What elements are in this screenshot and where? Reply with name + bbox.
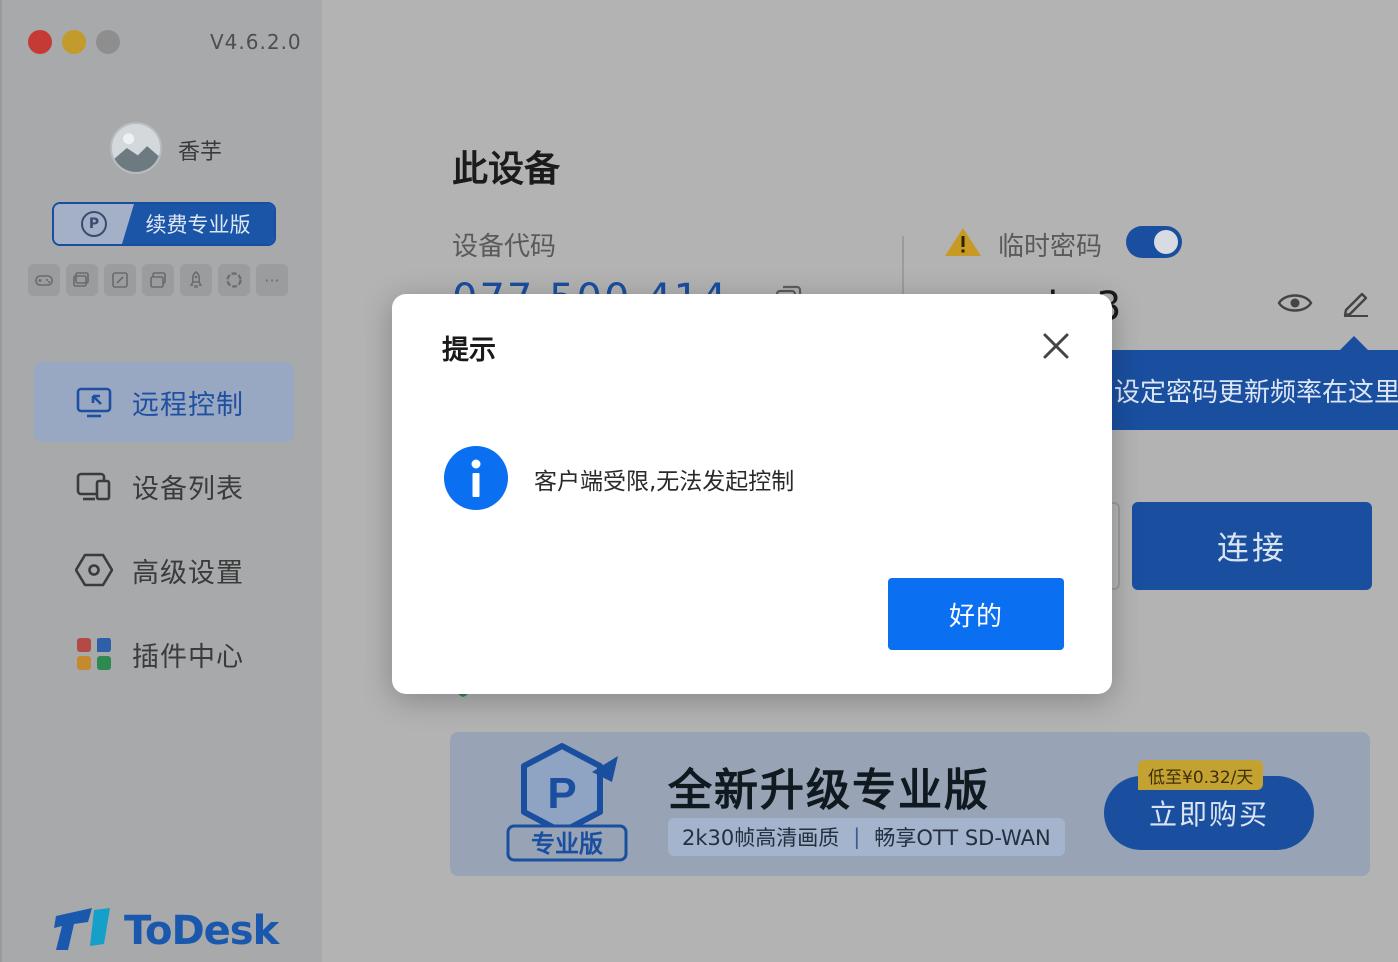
nav-label-remote-control: 远程控制 xyxy=(132,389,244,421)
device-list-icon xyxy=(74,466,114,506)
edit-board-icon[interactable] xyxy=(104,264,136,296)
pro-edition-logo-icon: P 专业版 xyxy=(500,742,634,866)
todesk-logo-icon xyxy=(52,904,112,958)
renew-pro-label: 续费专业版 xyxy=(122,204,274,244)
toggle-knob xyxy=(1154,230,1178,254)
connect-button[interactable]: 连接 xyxy=(1132,502,1372,590)
more-icon[interactable]: ··· xyxy=(256,264,288,296)
brand: ToDesk xyxy=(52,904,279,958)
tooltip-arrow xyxy=(1340,336,1368,350)
close-icon[interactable] xyxy=(1040,330,1072,362)
screens-icon[interactable] xyxy=(66,264,98,296)
promo-feature-1: 2k30帧高清画质 xyxy=(682,826,840,850)
pro-badge-icon: P xyxy=(81,211,107,237)
promo-title: 全新升级专业版 xyxy=(668,765,990,816)
promo-banner[interactable]: P 专业版 全新升级专业版 2k30帧高清画质 | 畅享OTT SD-WAN 立… xyxy=(450,732,1370,876)
eye-icon[interactable] xyxy=(1277,288,1313,318)
password-frequency-tooltip: 设定密码更新频率在这里 xyxy=(1102,350,1398,430)
pro-logo-letter: P xyxy=(547,769,576,818)
nav-label-device-list: 设备列表 xyxy=(132,473,244,505)
pro-badge-area: P xyxy=(54,204,134,244)
temp-password-toggle[interactable] xyxy=(1126,226,1182,258)
windows-icon[interactable] xyxy=(142,264,174,296)
brand-name: ToDesk xyxy=(124,908,279,954)
avatar[interactable] xyxy=(110,122,162,174)
quick-tools: ··· xyxy=(28,264,288,296)
settings-icon xyxy=(74,550,114,590)
info-icon xyxy=(444,446,508,510)
username: 香芋 xyxy=(178,140,223,165)
warning-icon xyxy=(944,226,982,258)
nav-item-advanced-settings[interactable]: 高级设置 xyxy=(34,530,294,610)
window-controls xyxy=(28,30,120,54)
close-window-button[interactable] xyxy=(28,30,52,54)
nav-label-advanced-settings: 高级设置 xyxy=(132,557,244,589)
minimize-window-button[interactable] xyxy=(62,30,86,54)
rocket-icon[interactable] xyxy=(180,264,212,296)
promo-feature-2: 畅享OTT SD-WAN xyxy=(874,826,1051,850)
dialog-message: 客户端受限,无法发起控制 xyxy=(534,469,795,495)
nav-item-device-list[interactable]: 设备列表 xyxy=(34,446,294,526)
remote-control-icon xyxy=(74,382,114,422)
sidebar: V4.6.2.0 香芋 P 续费专业版 ··· 远程控制 设备列表 高级设置 插… xyxy=(0,0,322,962)
ring-icon[interactable] xyxy=(218,264,250,296)
nav-item-plugin-center[interactable]: 插件中心 xyxy=(34,614,294,694)
zoom-window-button[interactable] xyxy=(96,30,120,54)
ok-button[interactable]: 好的 xyxy=(888,578,1064,650)
main-nav: 远程控制 设备列表 高级设置 插件中心 xyxy=(34,362,294,698)
page-title: 此设备 xyxy=(452,149,561,190)
nav-label-plugin-center: 插件中心 xyxy=(132,641,244,673)
plugins-icon xyxy=(74,634,114,674)
gamepad-icon[interactable] xyxy=(28,264,60,296)
promo-features: 2k30帧高清画质 | 畅享OTT SD-WAN xyxy=(668,818,1065,856)
edit-password-icon[interactable] xyxy=(1340,286,1372,318)
version-label: V4.6.2.0 xyxy=(210,30,302,54)
promo-separator: | xyxy=(853,825,861,849)
renew-pro-button[interactable]: P 续费专业版 xyxy=(52,202,276,246)
nav-item-remote-control[interactable]: 远程控制 xyxy=(34,362,294,442)
pro-logo-caption: 专业版 xyxy=(531,830,603,858)
temp-password-label: 临时密码 xyxy=(998,232,1103,262)
price-tag: 低至¥0.32/天 xyxy=(1138,760,1264,790)
device-code-label: 设备代码 xyxy=(452,232,557,262)
alert-dialog: 提示 客户端受限,无法发起控制 好的 xyxy=(392,294,1112,694)
dialog-title: 提示 xyxy=(442,335,496,366)
